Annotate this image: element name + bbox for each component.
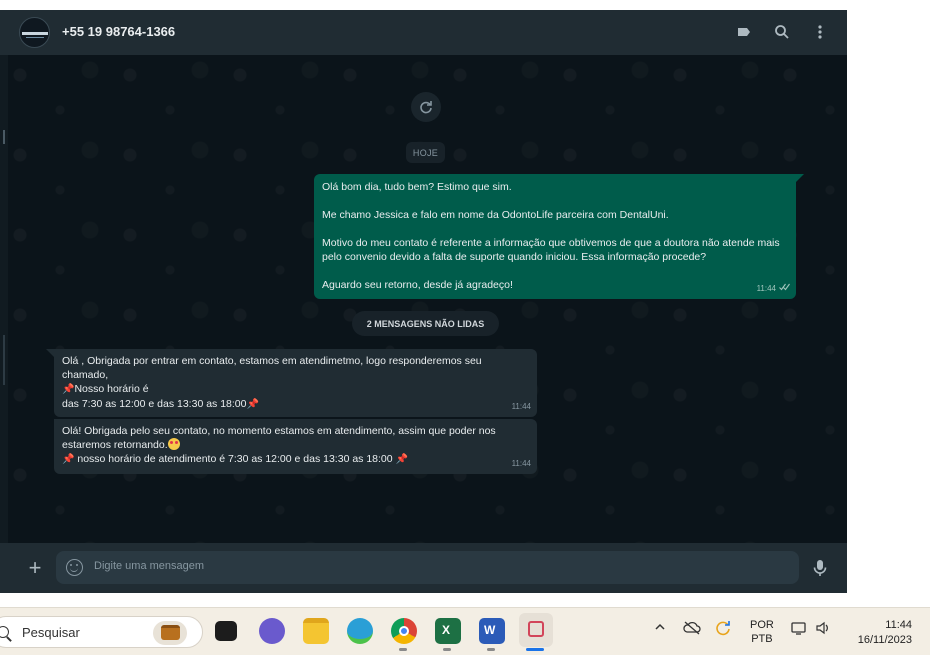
message-time: 11:44 <box>511 459 531 468</box>
message-text: nosso horário de atendimento é 7:30 as 1… <box>77 453 393 465</box>
cloud-offline-icon[interactable] <box>683 621 701 638</box>
contact-avatar[interactable] <box>19 17 50 48</box>
message-time: 11:44 <box>511 402 531 411</box>
system-clock[interactable]: 11:44 16/11/2023 <box>848 618 912 648</box>
message-text: Olá! Obrigada pelo seu contato, no momen… <box>62 425 496 437</box>
pushpin-icon: 📌 <box>395 454 408 465</box>
chat-header: +55 19 98764-1366 <box>0 10 847 55</box>
search-icon <box>0 626 9 638</box>
chat-area[interactable]: HOJE Olá bom dia, tudo bem? Estimo que s… <box>0 55 847 543</box>
snipping-tool-icon[interactable] <box>519 613 553 647</box>
clock-date: 16/11/2023 <box>857 634 912 646</box>
running-indicator <box>487 648 495 651</box>
microphone-icon[interactable] <box>810 558 830 578</box>
refresh-icon[interactable] <box>411 92 441 122</box>
language-code: POR <box>750 619 774 631</box>
teams-icon[interactable] <box>259 618 285 644</box>
date-divider: HOJE <box>406 142 445 163</box>
briefcase-icon[interactable] <box>153 621 187 645</box>
message-input[interactable]: Digite uma mensagem <box>56 551 799 584</box>
running-indicator <box>443 648 451 651</box>
message-text: Olá bom dia, tudo bem? Estimo que sim. <box>322 181 512 193</box>
pushpin-icon: 📌 <box>246 399 259 410</box>
whatsapp-window: +55 19 98764-1366 HOJE Olá bom dia, tudo… <box>0 10 847 593</box>
message-text: das 7:30 as 12:00 e das 13:30 as 18:00 <box>62 398 247 410</box>
desktop-gap <box>0 593 930 607</box>
message-text: estaremos retornando. <box>62 439 168 451</box>
chevron-up-icon[interactable] <box>654 621 666 636</box>
attach-plus-icon[interactable]: + <box>24 557 46 579</box>
word-icon[interactable]: W <box>479 618 505 644</box>
search-label: Pesquisar <box>22 625 80 640</box>
message-text: Motivo do meu contato é referente a info… <box>322 237 780 249</box>
message-time: 11:44 <box>756 284 776 293</box>
folder-icon[interactable] <box>303 618 329 644</box>
incoming-message[interactable]: Olá! Obrigada pelo seu contato, no momen… <box>54 419 537 474</box>
message-text: Aguardo seu retorno, desde já agradeço! <box>322 279 513 291</box>
outgoing-message[interactable]: Olá bom dia, tudo bem? Estimo que sim. M… <box>314 174 804 299</box>
menu-icon[interactable] <box>810 22 830 42</box>
active-indicator <box>526 648 544 651</box>
message-text: Me chamo Jessica e falo em nome da Odont… <box>322 209 669 221</box>
windows-taskbar: Pesquisar X W POR PTB 11:44 16/11/2023 <box>0 607 930 655</box>
pushpin-icon: 📌 <box>62 454 75 465</box>
label-icon[interactable] <box>734 22 754 42</box>
clock-time: 11:44 <box>885 619 912 631</box>
left-edge <box>0 55 8 543</box>
screen-top-strip <box>0 0 930 10</box>
message-text: Olá , Obrigada por entrar em contato, es… <box>62 355 482 367</box>
message-text: Nosso horário é <box>74 383 149 395</box>
taskbar-search[interactable]: Pesquisar <box>0 616 203 648</box>
edge-icon[interactable] <box>347 618 373 644</box>
message-input-placeholder: Digite uma mensagem <box>94 560 205 572</box>
contact-name[interactable]: +55 19 98764-1366 <box>62 24 175 39</box>
read-ticks-icon <box>779 282 790 296</box>
heart-eyes-emoji-icon <box>167 438 180 450</box>
unread-divider: 2 MENSAGENS NÃO LIDAS <box>352 311 499 336</box>
emoji-icon[interactable] <box>66 559 83 576</box>
composer-bar: + Digite uma mensagem <box>0 543 847 593</box>
excel-icon[interactable]: X <box>435 618 461 644</box>
incoming-message[interactable]: Olá , Obrigada por entrar em contato, es… <box>46 349 537 417</box>
message-text: chamado, <box>62 369 109 381</box>
language-indicator[interactable]: POR PTB <box>750 618 774 646</box>
volume-icon[interactable] <box>815 621 831 638</box>
sync-icon[interactable] <box>714 619 732 640</box>
keyboard-layout: PTB <box>751 633 773 645</box>
running-indicator <box>399 648 407 651</box>
network-icon[interactable] <box>791 621 807 638</box>
message-text: pelo convenio devido a falta de suporte … <box>322 251 707 263</box>
pushpin-icon: 📌 <box>62 384 75 395</box>
search-icon[interactable] <box>772 22 792 42</box>
task-view-icon[interactable] <box>215 621 237 641</box>
chrome-icon[interactable] <box>391 618 417 644</box>
desktop-background <box>847 10 930 606</box>
